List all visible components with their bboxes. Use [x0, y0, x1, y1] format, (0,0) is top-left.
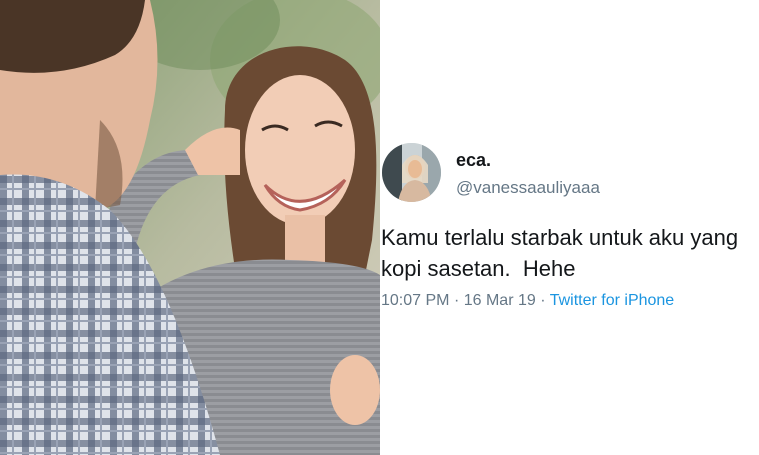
user-handle[interactable]: @vanessaauliyaaa [456, 178, 600, 198]
tweet-source-link[interactable]: Twitter for iPhone [550, 292, 675, 309]
couple-photo [0, 0, 380, 455]
tweet-meta: 10:07 PM · 16 Mar 19 · Twitter for iPhon… [381, 292, 674, 310]
tweet-date[interactable]: 16 Mar 19 [464, 292, 536, 309]
tweet-card: eca. @vanessaauliyaaa Kamu terlalu starb… [380, 0, 759, 455]
meta-separator: · [540, 292, 546, 309]
display-name[interactable]: eca. [456, 150, 491, 171]
tweet-text-line-2: kopi sasetan. Hehe [381, 256, 576, 281]
tweet-time[interactable]: 10:07 PM [381, 292, 449, 309]
avatar[interactable] [382, 143, 441, 202]
meta-separator: · [453, 292, 460, 309]
tweet-text-line-1: Kamu terlalu starbak untuk aku yang [381, 225, 739, 250]
tweet-text: Kamu terlalu starbak untuk aku yang kopi… [381, 222, 759, 284]
